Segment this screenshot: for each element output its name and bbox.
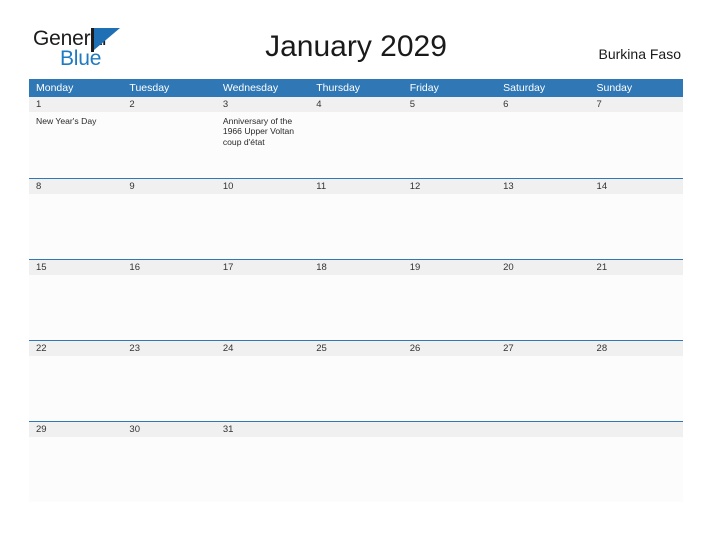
calendar-week-row: 29 30 31 [29,421,683,502]
day-number: 5 [409,99,415,110]
day-number: 10 [222,181,234,192]
day-events: Anniversary of the 1966 Upper Voltan cou… [223,112,303,147]
day-number: 27 [503,343,514,354]
calendar-day-cell[interactable]: 7 [590,97,683,178]
day-number: 29 [36,424,47,435]
calendar-day-cell[interactable]: 21 [590,260,683,340]
calendar-day-cell-empty [309,422,402,502]
calendar-week-row: 8 9 10 11 12 13 14 [29,178,683,259]
day-number: 25 [316,343,327,354]
calendar-day-cell[interactable]: 12 [403,179,496,259]
day-number: 26 [409,343,421,354]
calendar-day-cell[interactable]: 14 [590,179,683,259]
day-number: 17 [222,262,234,273]
calendar-weeks: 1 New Year's Day 2 3 Anniversary of the 1966… [29,97,683,502]
calendar-week-row: 22 23 24 25 26 27 28 [29,340,683,421]
day-events: New Year's Day [36,112,116,126]
calendar-day-cell[interactable]: 22 [29,341,122,421]
calendar-grid: Monday Tuesday Wednesday Thursday Friday… [29,79,683,502]
calendar-day-cell[interactable]: 2 [122,97,215,178]
calendar-week-row: 15 16 17 18 19 20 21 [29,259,683,340]
calendar-day-cell[interactable]: 30 [122,422,215,502]
day-number: 31 [222,424,234,435]
calendar-day-cell-empty [590,422,683,502]
calendar-day-cell[interactable]: 11 [309,179,402,259]
day-number: 23 [129,343,140,354]
calendar-day-cell[interactable]: 19 [403,260,496,340]
calendar-day-cell[interactable]: 5 [403,97,496,178]
day-number: 21 [596,262,608,273]
day-number: 11 [316,181,327,192]
day-number: 13 [503,181,514,192]
weekday-header-saturday: Saturday [503,82,546,94]
holiday-event-label: New Year's Day [36,116,97,126]
calendar-day-cell[interactable]: 9 [122,179,215,259]
day-number: 16 [129,262,140,273]
calendar-day-cell[interactable]: 10 [216,179,309,259]
calendar-day-cell[interactable]: 29 [29,422,122,502]
day-number: 14 [596,181,608,192]
calendar-day-cell[interactable]: 18 [309,260,402,340]
day-number: 8 [36,181,42,192]
day-number: 9 [129,181,135,192]
calendar-day-cell-empty [403,422,496,502]
calendar-day-cell[interactable]: 4 [309,97,402,178]
day-number: 4 [316,99,322,110]
day-number: 28 [596,343,608,354]
calendar-day-cell[interactable]: 31 [216,422,309,502]
calendar-day-cell[interactable]: 20 [496,260,589,340]
day-number: 6 [503,99,509,110]
calendar-day-cell[interactable]: 8 [29,179,122,259]
calendar-day-cell[interactable]: 26 [403,341,496,421]
calendar-day-cell[interactable]: 1 New Year's Day [29,97,122,178]
day-number: 30 [129,424,140,435]
country-label: Burkina Faso [598,46,681,62]
holiday-event-label: Anniversary of the 1966 Upper Voltan cou… [222,116,295,147]
day-number: 18 [316,262,327,273]
weekday-header-thursday: Thursday [316,82,361,94]
calendar-day-cell[interactable]: 28 [590,341,683,421]
day-number: 24 [222,343,234,354]
weekday-header-friday: Friday [409,82,439,94]
calendar-day-cell-empty [496,422,589,502]
weekday-header-row: Monday Tuesday Wednesday Thursday Friday… [29,79,683,97]
calendar-day-cell[interactable]: 27 [496,341,589,421]
calendar-day-cell[interactable]: 13 [496,179,589,259]
day-number: 12 [409,181,421,192]
calendar-day-cell[interactable]: 6 [496,97,589,178]
calendar-day-cell[interactable]: 24 [216,341,309,421]
weekday-header-sunday: Sunday [596,82,633,94]
day-number: 7 [596,99,602,110]
day-number: 15 [36,262,47,273]
calendar-day-cell[interactable]: 3 Anniversary of the 1966 Upper Voltan co… [216,97,309,178]
page-header: General Blue January 2029 Burkina Faso [0,0,712,79]
calendar-week-row: 1 New Year's Day 2 3 Anniversary of the 1966… [29,97,683,178]
day-number: 20 [503,262,514,273]
calendar-day-cell[interactable]: 23 [122,341,215,421]
weekday-header-wednesday: Wednesday [222,82,279,94]
day-number: 3 [222,99,229,110]
weekday-header-tuesday: Tuesday [129,82,170,94]
calendar-day-cell[interactable]: 16 [122,260,215,340]
day-number: 19 [409,262,421,273]
day-number: 2 [129,99,135,110]
calendar-day-cell[interactable]: 25 [309,341,402,421]
day-number: 1 [36,99,42,110]
calendar-day-cell[interactable]: 15 [29,260,122,340]
day-number: 22 [36,343,47,354]
weekday-header-monday: Monday [36,82,74,94]
calendar-day-cell[interactable]: 17 [216,260,309,340]
